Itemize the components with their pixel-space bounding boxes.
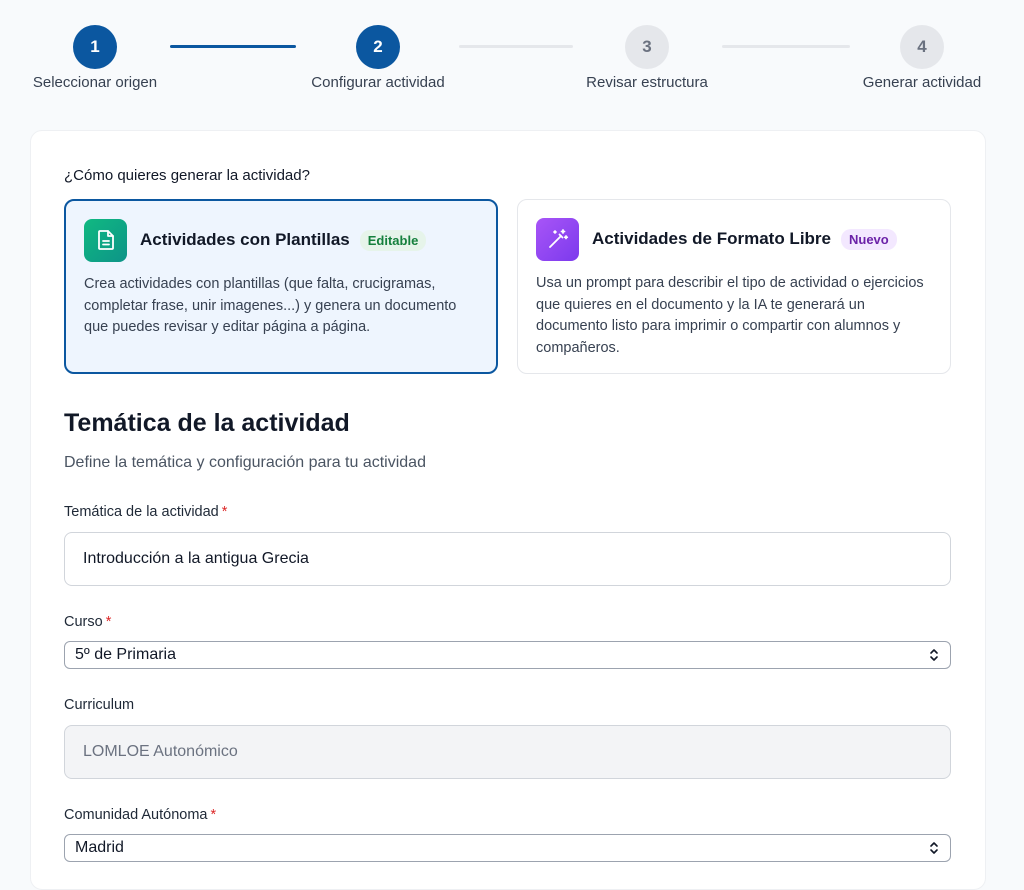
- community-select[interactable]: Madrid: [64, 834, 951, 862]
- step-connector-2: [459, 45, 573, 48]
- option-free-format-description: Usa un prompt para describir el tipo de …: [536, 275, 924, 356]
- step-4-circle: 4: [900, 25, 944, 69]
- step-connector-1: [170, 45, 296, 48]
- step-1-circle[interactable]: 1: [73, 25, 117, 69]
- required-marker: *: [210, 807, 217, 823]
- topic-input[interactable]: Introducción a la antigua Grecia: [64, 532, 951, 586]
- generation-question: ¿Cómo quieres generar la actividad?: [64, 167, 310, 184]
- option-templates-description: Crea actividades con plantillas (que fal…: [84, 276, 457, 335]
- editable-badge: Editable: [359, 229, 427, 251]
- option-templates-title: Actividades con Plantillas: [140, 230, 350, 249]
- magic-wand-icon: [536, 217, 579, 261]
- step-connector-3: [722, 45, 850, 48]
- option-free-format[interactable]: Actividades de Formato Libre Nuevo Usa u…: [517, 199, 951, 374]
- step-4-label: Generar actividad: [862, 74, 982, 91]
- community-label: Comunidad Autónoma *: [64, 807, 217, 823]
- stepper: 1 Seleccionar origen 2 Configurar activi…: [0, 0, 1024, 128]
- step-3-label: Revisar estructura: [586, 74, 708, 91]
- document-icon: [84, 218, 127, 262]
- activity-config-card: ¿Cómo quieres generar la actividad? Acti…: [30, 130, 986, 890]
- option-free-format-title: Actividades de Formato Libre: [592, 229, 831, 248]
- required-marker: *: [221, 504, 228, 520]
- select-chevron-icon: [930, 842, 938, 854]
- option-templates[interactable]: Actividades con Plantillas Editable Crea…: [64, 199, 498, 374]
- step-2-label: Configurar actividad: [311, 74, 445, 91]
- section-title: Temática de la actividad: [64, 409, 350, 437]
- new-badge: Nuevo: [841, 228, 897, 250]
- required-marker: *: [105, 614, 112, 630]
- step-3-circle: 3: [625, 25, 669, 69]
- topic-label: Temática de la actividad *: [64, 504, 228, 520]
- course-label: Curso *: [64, 614, 112, 630]
- section-subtitle: Define la temática y configuración para …: [64, 454, 426, 471]
- curriculum-input: LOMLOE Autonómico: [64, 725, 951, 779]
- step-2-circle[interactable]: 2: [356, 25, 400, 69]
- curriculum-label: Curriculum: [64, 697, 135, 713]
- select-chevron-icon: [930, 649, 938, 661]
- step-1-label: Seleccionar origen: [32, 74, 158, 91]
- course-select[interactable]: 5º de Primaria: [64, 641, 951, 669]
